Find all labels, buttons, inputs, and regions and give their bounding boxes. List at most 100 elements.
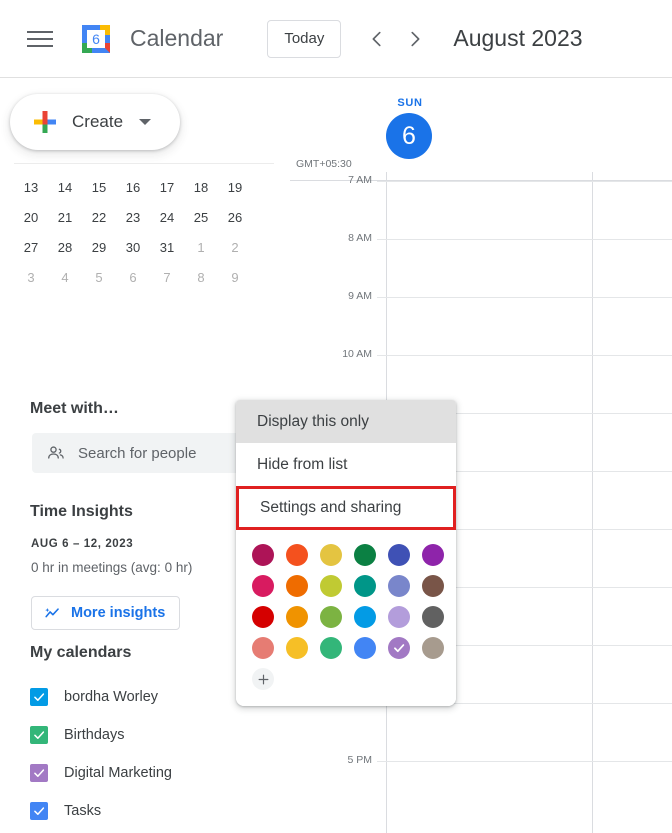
mini-calendar-day[interactable]: 30	[116, 240, 150, 255]
hour-label: 9 AM	[348, 290, 372, 302]
mini-calendar-day[interactable]: 26	[218, 210, 252, 225]
page-title: Calendar	[130, 25, 224, 51]
mini-calendar-day[interactable]: 13	[14, 180, 48, 195]
logo-day-number: 6	[92, 31, 100, 47]
my-calendar-item[interactable]: Birthdays	[30, 716, 280, 754]
calendar-checkbox[interactable]	[30, 688, 48, 706]
my-calendar-item[interactable]: Tasks	[30, 792, 280, 830]
color-swatch-pumpkin[interactable]	[286, 575, 308, 597]
today-button[interactable]: Today	[267, 19, 342, 58]
color-swatch-tomato[interactable]	[252, 606, 274, 628]
color-swatch-graphite[interactable]	[422, 606, 444, 628]
hour-gridline	[377, 761, 672, 762]
mini-calendar-day[interactable]: 7	[150, 270, 184, 285]
mini-calendar-day[interactable]: 5	[82, 270, 116, 285]
color-swatch-tomato-dark[interactable]	[252, 544, 274, 566]
time-insights-range: AUG 6 – 12, 2023	[31, 538, 134, 550]
mini-calendar-day[interactable]: 22	[82, 210, 116, 225]
color-swatch-citron[interactable]	[320, 575, 342, 597]
color-row	[252, 544, 456, 566]
color-swatch-blueberry[interactable]	[388, 544, 410, 566]
mini-calendar-day[interactable]: 28	[48, 240, 82, 255]
mini-calendar-day[interactable]: 25	[184, 210, 218, 225]
mini-calendar-day[interactable]: 27	[14, 240, 48, 255]
context-menu-item[interactable]: Display this only	[236, 400, 456, 443]
mini-calendar-day[interactable]: 15	[82, 180, 116, 195]
my-calendar-item[interactable]: Digital Marketing	[30, 754, 280, 792]
color-swatch-grape-dark[interactable]	[422, 544, 444, 566]
hour-row[interactable]: 9 AM	[290, 290, 672, 355]
mini-calendar-day[interactable]: 29	[82, 240, 116, 255]
color-swatch-banana[interactable]	[286, 637, 308, 659]
mini-calendar-day[interactable]: 14	[48, 180, 82, 195]
google-calendar-logo-icon[interactable]: 6	[78, 21, 114, 57]
color-swatch-flamingo-dark[interactable]	[286, 544, 308, 566]
mini-calendar-day[interactable]: 8	[184, 270, 218, 285]
mini-calendar-day[interactable]: 16	[116, 180, 150, 195]
calendar-app: 6 Calendar Today August 2023 Create 13 14	[0, 0, 672, 833]
mini-calendar-day[interactable]: 3	[14, 270, 48, 285]
color-swatch-lavender-blue[interactable]	[388, 575, 410, 597]
meet-with-title: Meet with…	[30, 400, 119, 417]
app-header: 6 Calendar Today August 2023	[0, 0, 672, 78]
chevron-right-icon[interactable]	[397, 21, 433, 57]
chevron-down-icon[interactable]	[139, 119, 152, 125]
color-swatch-mango[interactable]	[286, 606, 308, 628]
mini-calendar-day[interactable]: 31	[150, 240, 184, 255]
mini-calendar-day[interactable]: 18	[184, 180, 218, 195]
color-swatch-avocado[interactable]	[320, 606, 342, 628]
color-swatch-birch[interactable]	[422, 637, 444, 659]
current-date-range: August 2023	[453, 25, 583, 51]
create-button[interactable]: Create	[10, 94, 180, 150]
mini-calendar-week: 20 21 22 23 24 25 26	[14, 202, 274, 232]
color-swatch-blueberry-light[interactable]	[354, 637, 376, 659]
color-swatch-sage[interactable]	[320, 637, 342, 659]
hour-row[interactable]: 4 PM	[290, 696, 672, 761]
mini-calendar-day[interactable]: 24	[150, 210, 184, 225]
color-swatch-flamingo[interactable]	[252, 637, 274, 659]
calendar-checkbox[interactable]	[30, 802, 48, 820]
add-custom-color-plus-icon[interactable]	[252, 668, 274, 690]
context-menu-item[interactable]: Settings and sharing	[236, 486, 456, 530]
search-for-people-input[interactable]: Search for people	[32, 433, 270, 473]
hour-gridline	[377, 239, 672, 240]
mini-calendar-day[interactable]: 4	[48, 270, 82, 285]
color-swatch-grape[interactable]	[388, 637, 410, 659]
color-palette	[236, 530, 456, 706]
hour-row[interactable]: 5 PM	[290, 754, 672, 819]
selected-day-number[interactable]: 6	[386, 113, 432, 159]
hour-label: 10 AM	[342, 348, 372, 360]
context-menu-items: Display this only Hide from list Settings …	[236, 400, 456, 530]
mini-calendar-day[interactable]: 9	[218, 270, 252, 285]
calendar-name: Digital Marketing	[64, 765, 172, 781]
color-swatch-basil[interactable]	[354, 544, 376, 566]
color-swatch-banana-dark[interactable]	[320, 544, 342, 566]
calendar-checkbox[interactable]	[30, 726, 48, 744]
hamburger-icon[interactable]	[16, 15, 64, 63]
time-insights-title: Time Insights	[30, 503, 133, 520]
color-swatch-peacock[interactable]	[354, 606, 376, 628]
calendar-name: bordha Worley	[64, 689, 159, 705]
mini-calendar-day[interactable]: 2	[218, 240, 252, 255]
color-swatch-cherry-blossom[interactable]	[252, 575, 274, 597]
mini-calendar-day[interactable]: 19	[218, 180, 252, 195]
context-menu-item[interactable]: Hide from list	[236, 443, 456, 486]
calendar-checkbox[interactable]	[30, 764, 48, 782]
mini-calendar-day[interactable]: 21	[48, 210, 82, 225]
mini-calendar-day[interactable]: 20	[14, 210, 48, 225]
mini-calendar-day[interactable]: 17	[150, 180, 184, 195]
color-swatch-eucalyptus[interactable]	[354, 575, 376, 597]
color-row	[252, 575, 456, 597]
hamburger-bar	[27, 37, 53, 40]
my-calendars-title: My calendars	[30, 644, 132, 661]
color-swatch-wisteria[interactable]	[388, 606, 410, 628]
hour-row[interactable]: 7 AM	[290, 174, 672, 239]
chevron-left-icon[interactable]	[359, 21, 395, 57]
mini-calendar[interactable]: 13 14 15 16 17 18 19 20 21 22 23 24 25 26 27 28 29 30 31 1 2…	[14, 163, 274, 292]
mini-calendar-day[interactable]: 6	[116, 270, 150, 285]
hour-row[interactable]: 8 AM	[290, 232, 672, 297]
color-swatch-cocoa[interactable]	[422, 575, 444, 597]
more-insights-button[interactable]: More insights	[31, 596, 181, 630]
mini-calendar-day[interactable]: 23	[116, 210, 150, 225]
mini-calendar-day[interactable]: 1	[184, 240, 218, 255]
